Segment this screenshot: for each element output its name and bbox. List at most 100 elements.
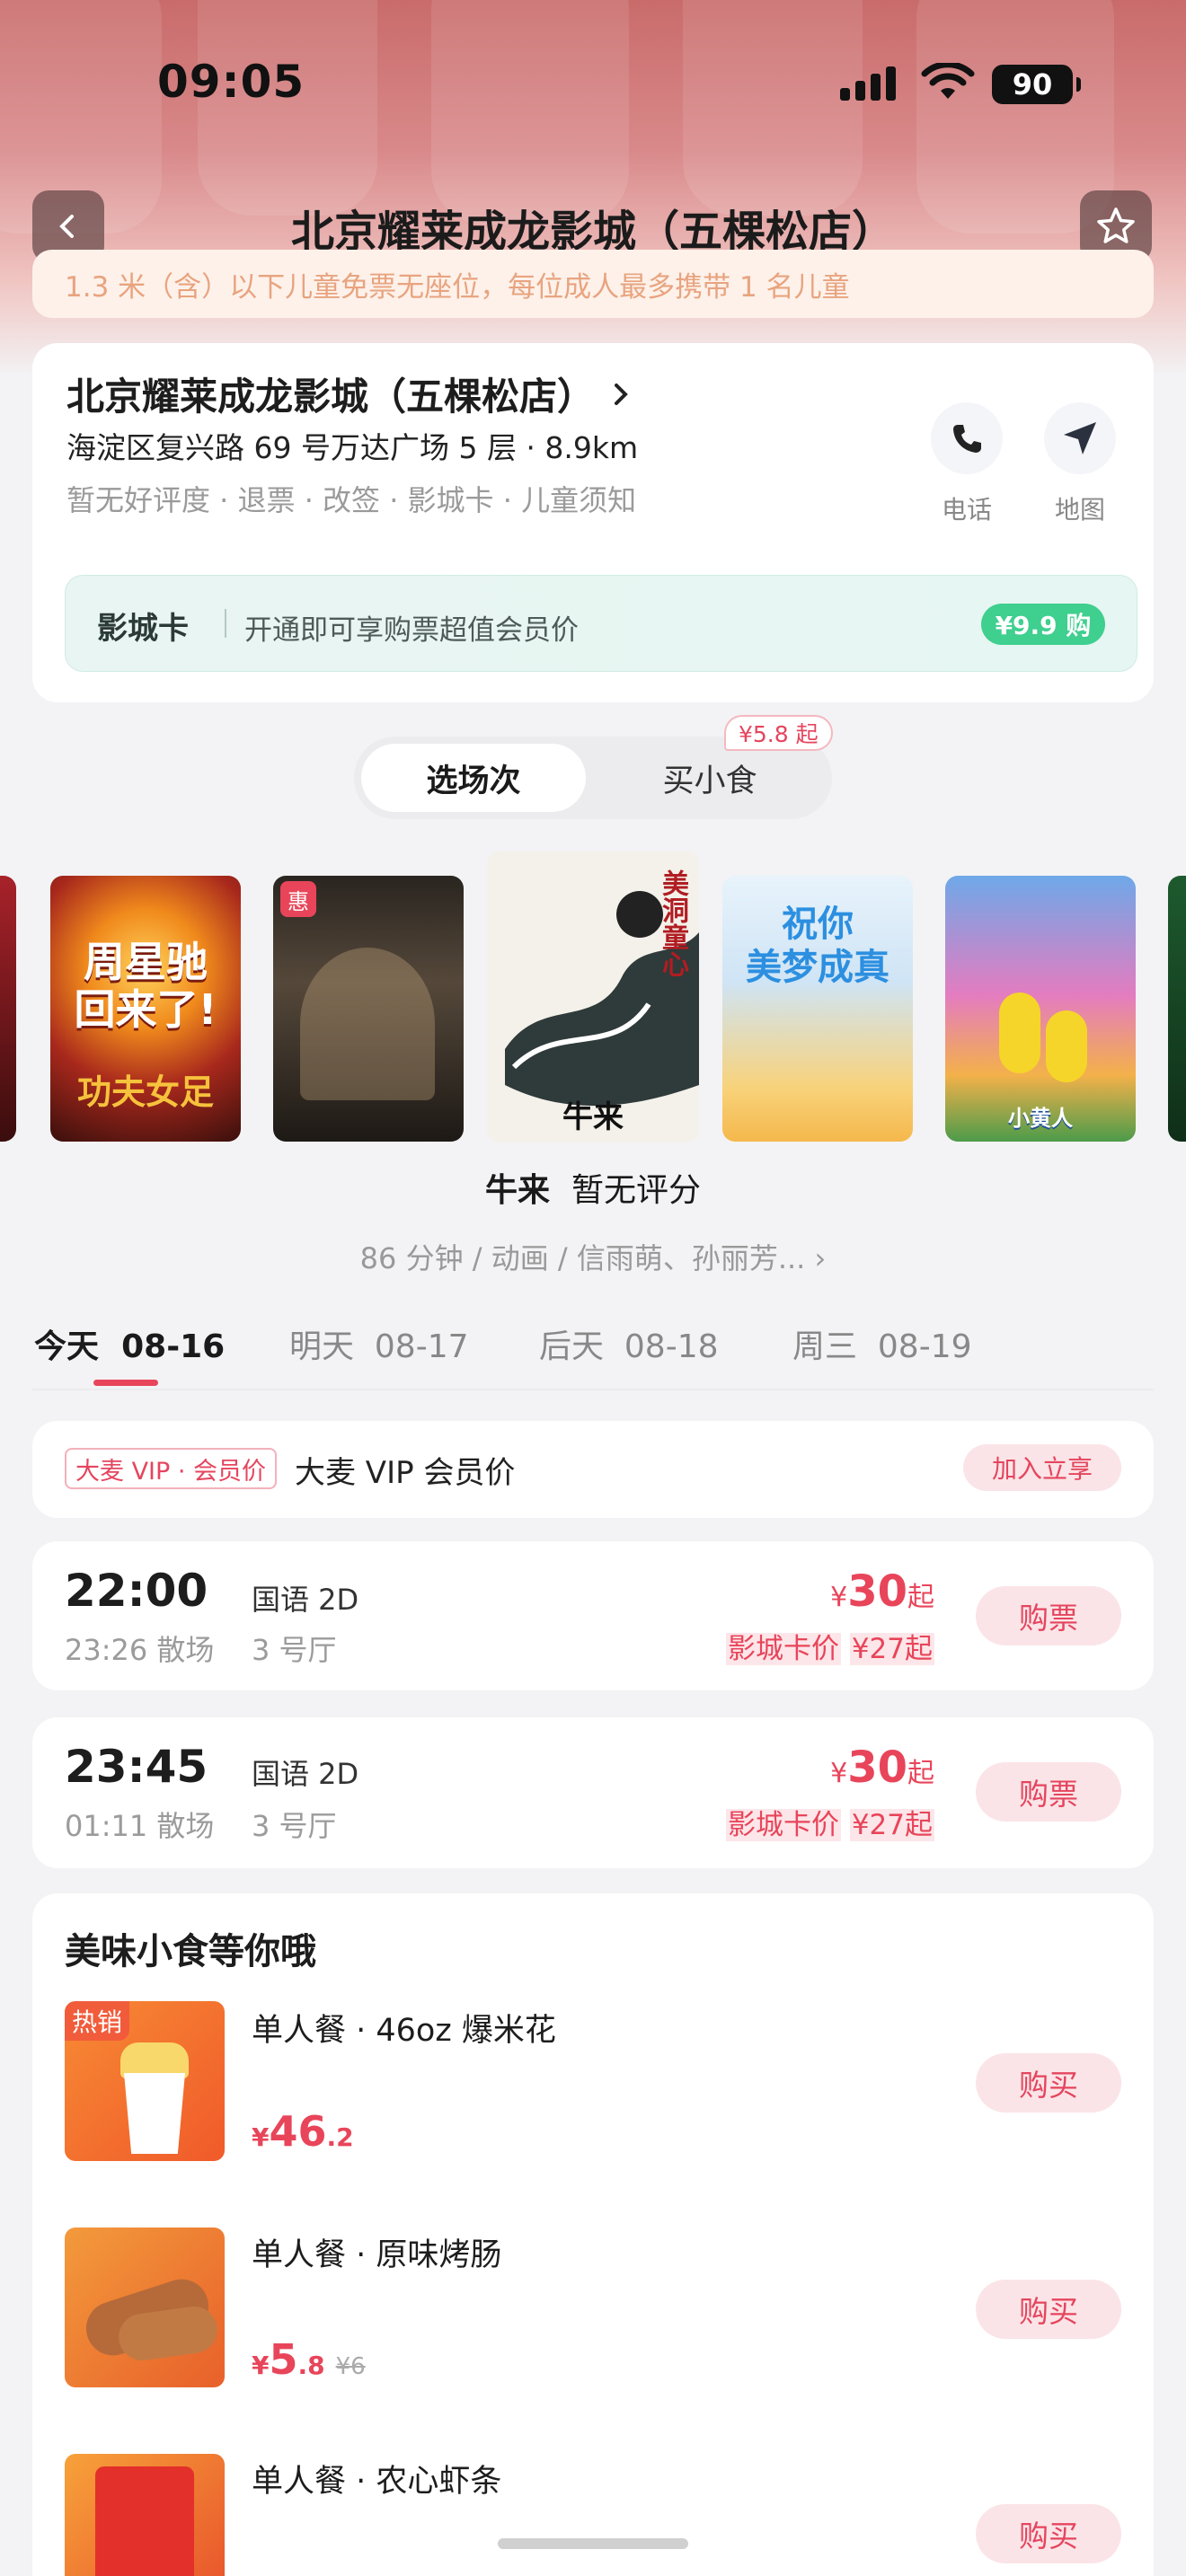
star-icon — [1097, 207, 1135, 243]
cinema-name-link[interactable]: 北京耀莱成龙影城（五棵松店） — [66, 366, 634, 421]
date-value: 08-19 — [877, 1328, 972, 1365]
show-end-time: 01:11 散场 — [65, 1809, 215, 1843]
vip-text: 大麦 VIP 会员价 — [295, 1455, 516, 1491]
map-button[interactable] — [1044, 402, 1116, 474]
show-start-time: 22:00 — [65, 1565, 208, 1617]
chevron-left-icon — [59, 215, 74, 238]
price-value: 30 — [847, 1566, 907, 1617]
popcorn-image: 热销 — [65, 2001, 225, 2161]
battery-icon: 90 — [992, 65, 1081, 104]
date-day: 周三 — [792, 1328, 858, 1365]
map-label: 地图 — [1054, 495, 1105, 525]
cinema-name: 北京耀莱成龙影城（五棵松店） — [66, 375, 596, 419]
status-time: 09:05 — [157, 56, 305, 108]
snack-price: ¥5.8 ¥6 — [252, 2335, 366, 2384]
buy-snack-button[interactable]: 购买 — [976, 2053, 1121, 2113]
date-tab-tomorrow[interactable]: 明天 08-17 — [289, 1320, 469, 1367]
date-day: 今天 — [34, 1328, 100, 1365]
cinema-card-desc: 开通即可享购票超值会员价 — [244, 614, 579, 647]
cinema-service-tags[interactable]: 暂无好评度 · 退票 · 改签 · 影城卡 · 儿童须知 — [66, 478, 636, 519]
movie-poster[interactable] — [0, 876, 16, 1142]
poster-subtitle: 牛来 — [562, 1099, 624, 1135]
date-value: 08-18 — [624, 1328, 719, 1365]
movie-poster[interactable]: 惠 — [273, 876, 464, 1142]
price-int: 46 — [269, 2107, 327, 2156]
movie-poster-selected[interactable]: 美洞童心 牛来 — [487, 851, 699, 1142]
cinema-card-title: 影城卡 — [97, 611, 189, 647]
card-price-label: 影城卡价 — [725, 1633, 841, 1665]
snack-name: 单人餐 · 原味烤肠 — [252, 2237, 502, 2273]
snack-name: 单人餐 · 46oz 爆米花 — [252, 2013, 556, 2049]
buy-ticket-button[interactable]: 购票 — [976, 1762, 1121, 1822]
movie-poster[interactable]: 祝你 美梦成真 — [722, 876, 913, 1142]
date-day: 明天 — [289, 1328, 355, 1365]
currency-symbol: ¥ — [830, 1758, 848, 1789]
poster-subtitle: 功夫女足 — [76, 1072, 214, 1112]
date-tab-day-after[interactable]: 后天 08-18 — [539, 1320, 719, 1367]
card-price-value: ¥27起 — [849, 1633, 934, 1665]
show-price: ¥30起 — [830, 1742, 934, 1793]
show-end-time: 23:26 散场 — [65, 1633, 215, 1667]
phone-button[interactable] — [931, 402, 1003, 474]
divider — [225, 609, 226, 638]
movie-poster[interactable]: 周星驰 回来了! 功夫女足 — [50, 876, 241, 1142]
show-hall: 3 号厅 — [252, 1633, 337, 1667]
date-tab-today[interactable]: 今天 08-16 — [34, 1320, 225, 1367]
buy-snack-button[interactable]: 购买 — [976, 2504, 1121, 2563]
original-price: ¥6 — [335, 2353, 366, 2380]
card-price-label: 影城卡价 — [725, 1809, 841, 1841]
selected-movie-title: 牛来 暂无评分 — [0, 1164, 1186, 1211]
phone-label: 电话 — [941, 495, 992, 525]
snack-price-badge: ¥5.8 起 — [724, 715, 833, 751]
poster-title: 祝你 美梦成真 — [746, 904, 890, 988]
child-ticket-notice: 1.3 米（含）以下儿童免票无座位，每位成人最多携带 1 名儿童 — [32, 250, 1154, 318]
show-price: ¥30起 — [830, 1566, 934, 1617]
buy-ticket-button[interactable]: 购票 — [976, 1586, 1121, 1645]
show-language: 国语 2D — [252, 1583, 359, 1617]
movie-poster[interactable] — [1168, 876, 1186, 1142]
hot-sale-tag: 热销 — [65, 2001, 130, 2041]
show-language: 国语 2D — [252, 1757, 359, 1791]
movie-meta-link[interactable]: 86 分钟 / 动画 / 信雨萌、孙丽芳... › — [0, 1236, 1186, 1277]
poster-title: 小黄人 — [1008, 1106, 1073, 1131]
home-indicator — [498, 2538, 688, 2549]
currency-symbol: ¥ — [252, 2351, 270, 2380]
price-value: 30 — [847, 1742, 907, 1793]
discount-badge: 惠 — [280, 881, 316, 917]
join-vip-button[interactable]: 加入立享 — [963, 1444, 1121, 1491]
cinema-card-price: 影城卡价 ¥27起 — [725, 1802, 934, 1842]
currency-symbol: ¥ — [830, 1582, 848, 1613]
price-int: 5 — [269, 2335, 298, 2384]
date-tab-wednesday[interactable]: 周三 08-19 — [792, 1320, 972, 1367]
poster-title: 美洞童心 — [657, 869, 688, 977]
snack-name: 单人餐 · 农心虾条 — [252, 2464, 502, 2500]
cinema-card-price: 影城卡价 ¥27起 — [725, 1626, 934, 1666]
movie-rating: 暂无评分 — [571, 1172, 702, 1209]
poster-title: 周星驰 回来了! — [74, 938, 217, 1034]
cellular-signal-icon — [840, 66, 896, 101]
vip-tag: 大麦 VIP · 会员价 — [65, 1448, 278, 1489]
date-value: 08-17 — [374, 1328, 469, 1365]
show-hall: 3 号厅 — [252, 1809, 337, 1843]
show-start-time: 23:45 — [65, 1741, 208, 1793]
price-suffix: 起 — [907, 1582, 934, 1613]
card-price-value: ¥27起 — [849, 1809, 934, 1841]
currency-symbol: ¥ — [252, 2122, 270, 2152]
cinema-address: 海淀区复兴路 69 号万达广场 5 层 · 8.9km — [66, 430, 639, 465]
price-decimal: .2 — [326, 2122, 354, 2152]
date-value: 08-16 — [121, 1328, 226, 1365]
phone-icon — [953, 425, 981, 453]
buy-snack-button[interactable]: 购买 — [976, 2280, 1121, 2339]
tab-select-showtime[interactable]: 选场次 — [361, 744, 586, 812]
wifi-icon — [921, 63, 975, 99]
snacks-title: 美味小食等你哦 — [65, 1931, 316, 1972]
chevron-right-icon — [615, 383, 628, 405]
date-day: 后天 — [539, 1328, 605, 1365]
tab-buy-snacks[interactable]: 买小食 — [611, 744, 809, 812]
snack-price: ¥46.2 — [252, 2107, 354, 2156]
navigation-arrow-icon — [1064, 422, 1096, 454]
movie-poster[interactable]: 小黄人 — [945, 876, 1136, 1142]
divider — [32, 1389, 1154, 1390]
price-suffix: 起 — [907, 1758, 934, 1789]
cinema-card-buy-button[interactable]: ¥9.9 购 — [981, 604, 1105, 645]
